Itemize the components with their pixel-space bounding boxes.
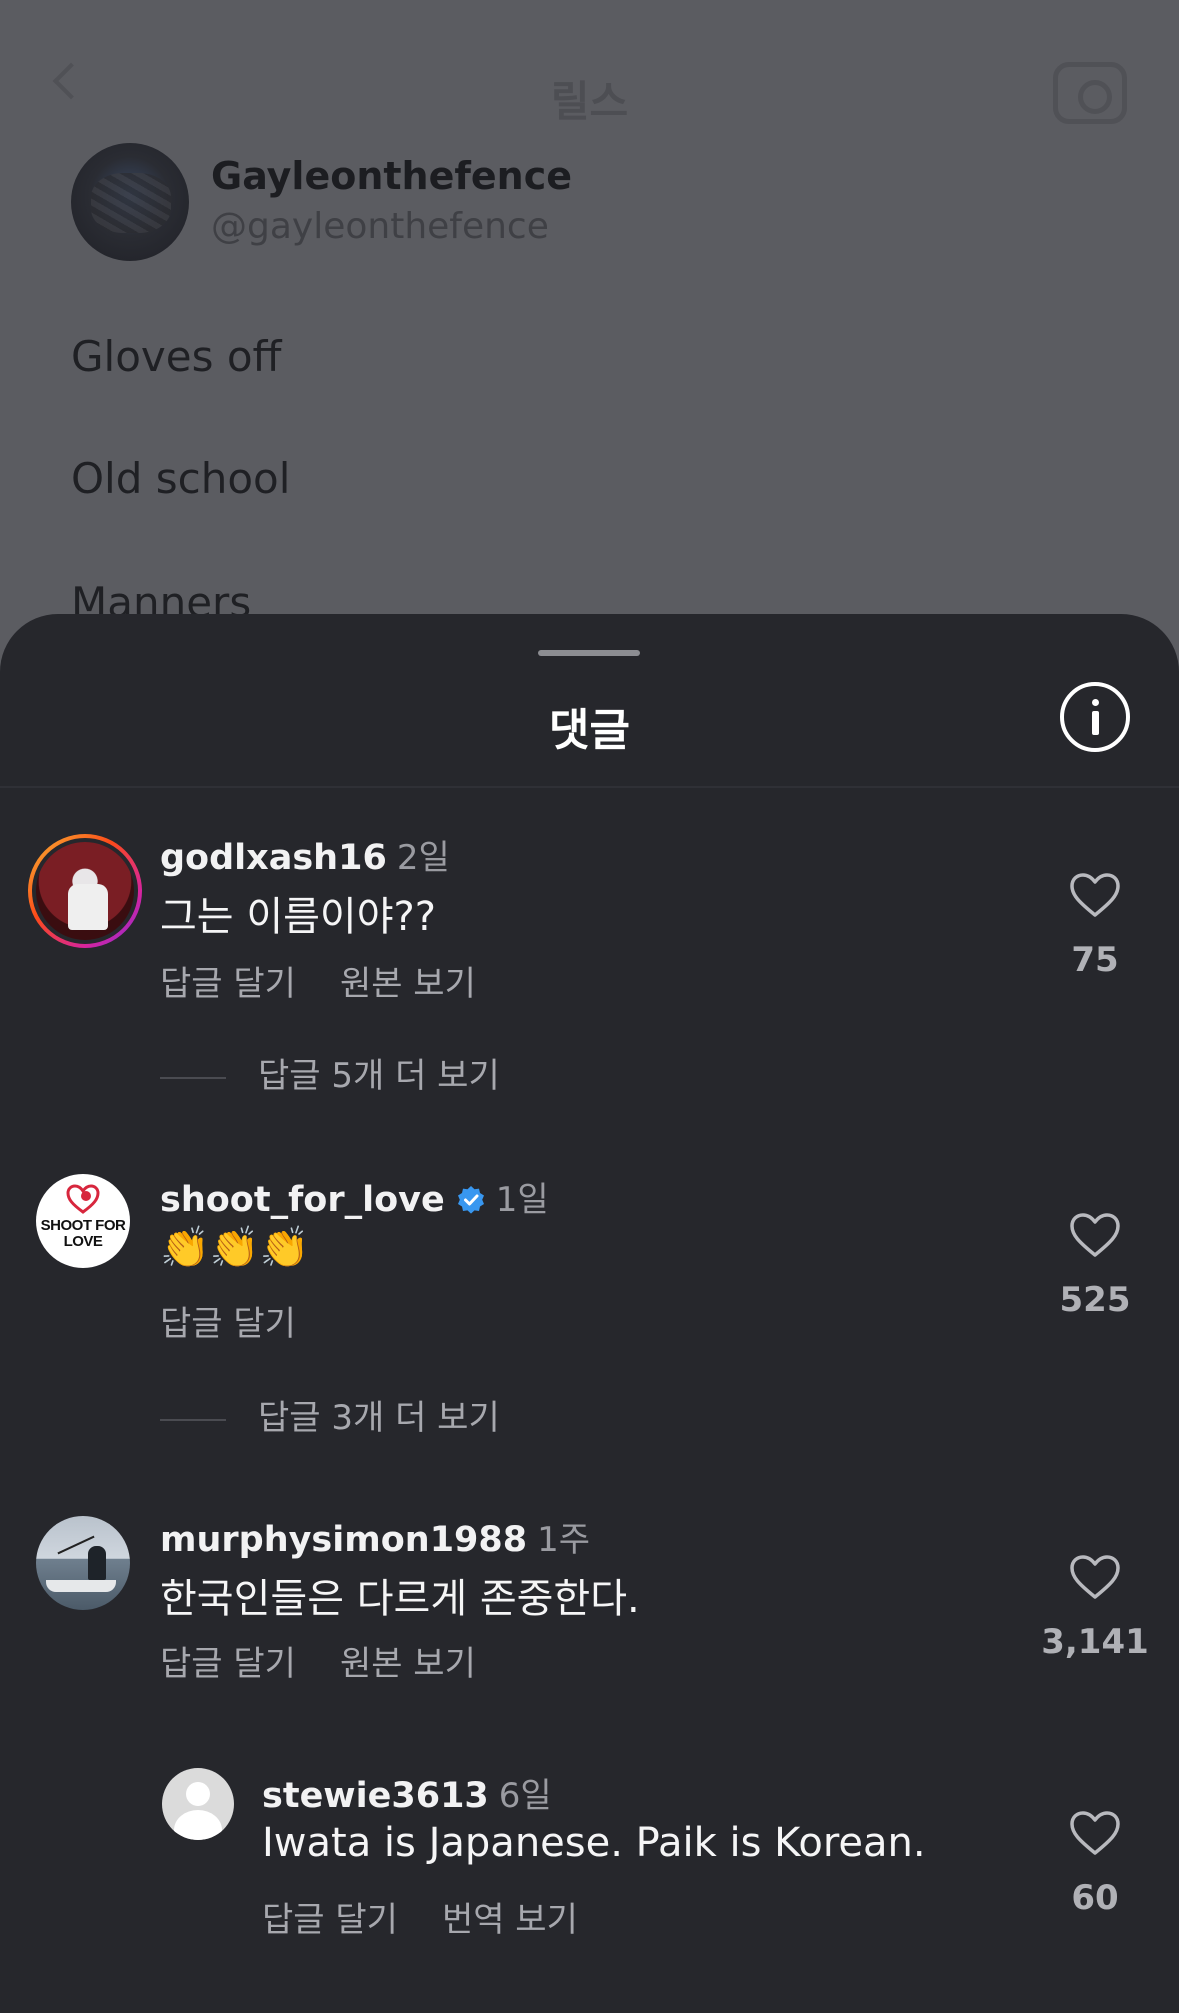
heart-outline-icon[interactable]: [1069, 1554, 1121, 1600]
default-avatar-icon[interactable]: [162, 1768, 234, 1840]
comment-header: godlxash16 2일: [160, 830, 450, 879]
info-icon[interactable]: [1060, 682, 1130, 752]
see-translation-button[interactable]: 번역 보기: [442, 1900, 578, 1940]
reply-button[interactable]: 답글 달기: [160, 964, 296, 1004]
comment-header: shoot_for_love 1일: [160, 1172, 549, 1221]
avatar[interactable]: [36, 1516, 130, 1610]
verified-badge-icon: [457, 1186, 484, 1214]
like-control: 60: [1040, 1810, 1150, 1918]
reply-button[interactable]: 답글 달기: [160, 1304, 296, 1344]
top-bar: 릴스: [0, 0, 1179, 130]
heart-logo-icon: [66, 1184, 100, 1214]
like-count: 525: [1059, 1280, 1131, 1320]
avatar-logo-text: SHOOT FOR LOVE: [40, 1217, 126, 1250]
profile-avatar[interactable]: [71, 143, 189, 261]
divider: [160, 1418, 226, 1421]
like-count: 75: [1071, 940, 1119, 980]
heart-outline-icon[interactable]: [1069, 872, 1121, 918]
avatar[interactable]: [28, 834, 142, 948]
screen-title: 릴스: [550, 77, 629, 126]
avatar-detail: [46, 1580, 116, 1592]
comment-text: 그는 이름이야??: [160, 894, 436, 940]
comment-username[interactable]: stewie3613: [262, 1776, 489, 1816]
heart-outline-icon[interactable]: [1069, 1212, 1121, 1258]
avatar[interactable]: SHOOT FOR LOVE: [36, 1174, 130, 1268]
comment-time: 6일: [498, 1776, 552, 1816]
caption-line: Gloves off: [71, 332, 282, 381]
avatar-detail: [186, 1782, 210, 1806]
caption-line: Old school: [71, 454, 291, 503]
comment-text: 👏👏👏: [160, 1225, 310, 1271]
view-replies-label: 답글 3개 더 보기: [258, 1398, 500, 1438]
comment-header: stewie3613 6일: [262, 1768, 552, 1817]
like-control: 525: [1040, 1212, 1150, 1320]
heart-outline-icon[interactable]: [1069, 1810, 1121, 1856]
comment-text: Iwata is Japanese. Paik is Korean.: [262, 1820, 926, 1866]
comment-time: 1일: [495, 1180, 549, 1220]
avatar-photo: [32, 838, 138, 944]
reply-button[interactable]: 답글 달기: [160, 1644, 296, 1684]
like-count: 60: [1071, 1878, 1119, 1918]
see-original-button[interactable]: 원본 보기: [340, 964, 476, 1004]
like-control: 3,141: [1040, 1554, 1150, 1662]
reply-button[interactable]: 답글 달기: [262, 1900, 398, 1940]
jersey-shape: [68, 884, 108, 930]
comment-text: 한국인들은 다르게 존중한다.: [160, 1576, 640, 1622]
sheet-grabber[interactable]: [538, 650, 640, 656]
camera-icon[interactable]: [1053, 62, 1127, 124]
comment-actions: 답글 달기: [160, 1296, 340, 1345]
comment-actions: 답글 달기 원본 보기: [160, 1636, 520, 1685]
comment-username[interactable]: shoot_for_love: [160, 1180, 445, 1220]
view-replies-button[interactable]: 답글 3개 더 보기: [160, 1390, 500, 1439]
profile-handle: @gayleonthefence: [211, 206, 549, 247]
comment-time: 2일: [396, 838, 450, 878]
divider: [160, 1076, 226, 1079]
avatar-detail: [174, 1810, 222, 1840]
like-count: 3,141: [1041, 1622, 1149, 1662]
comment-actions: 답글 달기 번역 보기: [262, 1892, 622, 1941]
comment-username[interactable]: godlxash16: [160, 838, 387, 878]
comment-actions: 답글 달기 원본 보기: [160, 956, 520, 1005]
sheet-title: 댓글: [549, 705, 630, 756]
see-original-button[interactable]: 원본 보기: [340, 1644, 476, 1684]
profile-name[interactable]: Gayleonthefence: [211, 154, 572, 198]
view-replies-label: 답글 5개 더 보기: [258, 1056, 500, 1096]
comment-time: 1주: [537, 1520, 591, 1560]
like-control: 75: [1040, 872, 1150, 980]
view-replies-button[interactable]: 답글 5개 더 보기: [160, 1048, 500, 1097]
comment-header: murphysimon1988 1주: [160, 1512, 590, 1561]
divider: [0, 786, 1179, 788]
avatar-detail: [88, 1546, 106, 1580]
comment-username[interactable]: murphysimon1988: [160, 1520, 527, 1560]
